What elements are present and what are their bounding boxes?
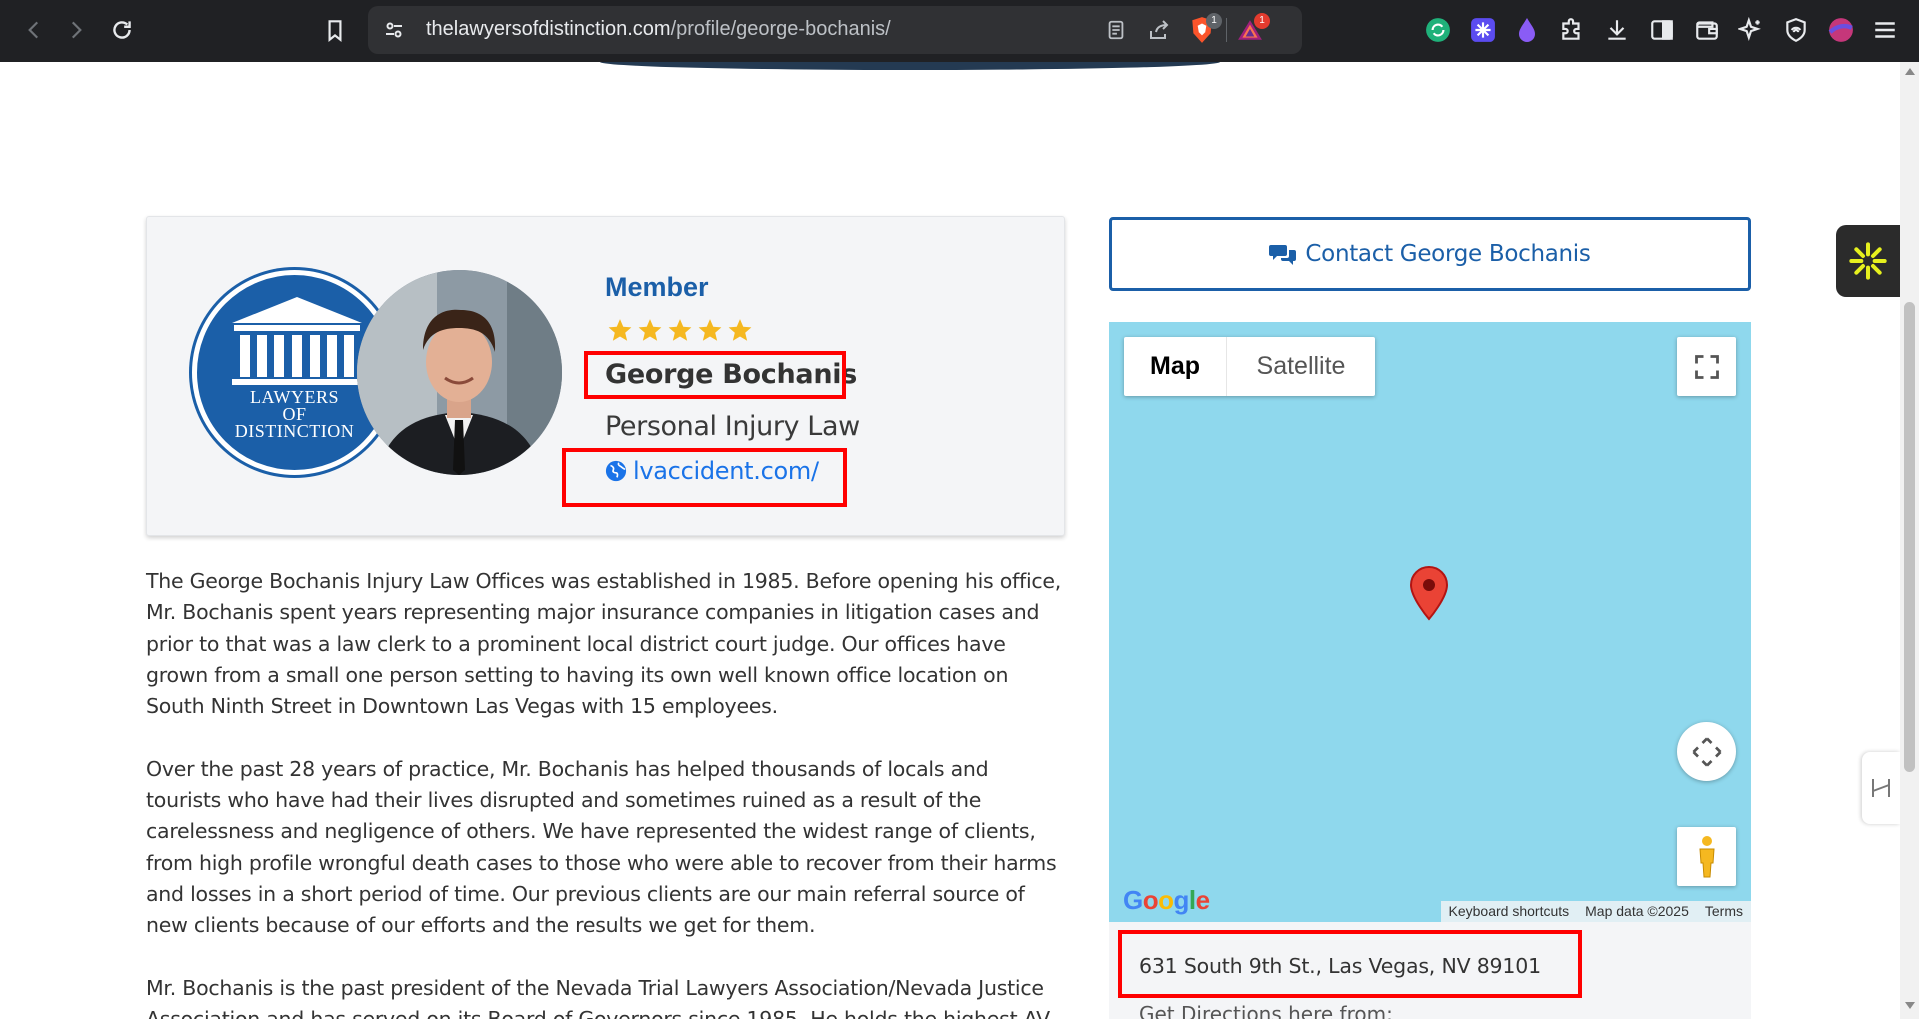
back-icon[interactable] xyxy=(14,10,54,50)
pan-arrows-icon xyxy=(1692,737,1721,766)
sparkle-burst-icon xyxy=(1849,242,1887,280)
forward-icon[interactable] xyxy=(56,10,96,50)
logo-text-line: DISTINCTION xyxy=(234,421,355,441)
directions-label: Get Directions here from: xyxy=(1139,1002,1393,1019)
brave-shields-icon[interactable]: 1 xyxy=(1188,13,1222,44)
practice-area: Personal Injury Law xyxy=(605,411,860,442)
fullscreen-icon xyxy=(1694,354,1719,379)
bio-paragraph: Over the past 28 years of practice, Mr. … xyxy=(146,756,1057,938)
floating-widget-button[interactable] xyxy=(1836,225,1900,297)
star-icon xyxy=(728,319,752,341)
page-scrollbar[interactable] xyxy=(1900,62,1919,1019)
chat-bubbles-icon xyxy=(1269,245,1297,265)
address-panel: 631 South 9th St., Las Vegas, NV 89101 G… xyxy=(1109,922,1751,1019)
wallet-icon[interactable] xyxy=(1692,15,1722,45)
profile-card: LAWYERS OF DISTINCTION Member George Boc… xyxy=(146,216,1065,536)
sync-extension-icon[interactable] xyxy=(1423,15,1453,45)
contact-button-label[interactable]: Contact George Bochanis xyxy=(1305,241,1590,267)
star-icon xyxy=(668,319,692,341)
drop-extension-icon[interactable] xyxy=(1512,15,1542,45)
star-icon xyxy=(638,319,662,341)
side-tab-icon xyxy=(1872,779,1890,797)
bookmark-icon[interactable] xyxy=(315,10,355,50)
divider xyxy=(1226,18,1227,42)
map-data-credit: Map data ©2025 xyxy=(1585,903,1689,919)
attorney-photo xyxy=(357,270,562,475)
star-icon xyxy=(608,319,632,341)
scroll-down-arrow[interactable] xyxy=(1905,1002,1915,1009)
terms-link[interactable]: Terms xyxy=(1697,901,1751,922)
website-link[interactable]: lvaccident.com/ xyxy=(605,457,819,485)
fullscreen-button[interactable] xyxy=(1677,337,1736,396)
star-icon xyxy=(698,319,722,341)
rating-stars xyxy=(607,317,753,343)
membership-level: Member xyxy=(605,272,709,302)
reader-mode-icon[interactable] xyxy=(1102,16,1130,44)
street-view-pegman-button[interactable] xyxy=(1677,827,1736,886)
keyboard-shortcuts-link[interactable]: Keyboard shortcuts xyxy=(1441,901,1578,922)
brave-rewards-icon[interactable]: 1 xyxy=(1236,13,1270,44)
map-attribution-bar: Keyboard shortcuts Map data ©2025 Terms xyxy=(1440,901,1751,922)
asterisk-extension-icon[interactable] xyxy=(1468,15,1498,45)
profile-avatar-icon[interactable] xyxy=(1826,15,1856,45)
address-bar[interactable]: thelawyersofdistinction.com/profile/geor… xyxy=(368,6,1302,54)
side-panel-tab[interactable] xyxy=(1862,752,1900,824)
contact-attorney-button[interactable]: Contact George Bochanis xyxy=(1109,217,1751,291)
bio-paragraph: The George Bochanis Injury Law Offices w… xyxy=(146,569,1062,719)
office-address: 631 South 9th St., Las Vegas, NV 89101 xyxy=(1139,954,1541,978)
attorney-bio: The George Bochanis Injury Law Offices w… xyxy=(146,566,1066,1019)
google-map[interactable]: Map Satellite Google Keyboard shortcuts … xyxy=(1109,322,1751,922)
reload-icon[interactable] xyxy=(102,10,142,50)
google-logo: Google xyxy=(1123,885,1210,915)
bio-paragraph: Mr. Bochanis is the past president of th… xyxy=(146,975,1050,1019)
header-curve xyxy=(600,62,1220,70)
website-link-text[interactable]: lvaccident.com/ xyxy=(633,457,819,485)
map-marker-icon[interactable] xyxy=(1409,565,1449,621)
url-text[interactable]: thelawyersofdistinction.com/profile/geor… xyxy=(426,18,891,41)
map-type-control: Map Satellite xyxy=(1124,337,1375,396)
scroll-thumb[interactable] xyxy=(1904,302,1915,772)
site-settings-icon[interactable] xyxy=(382,18,406,42)
share-icon[interactable] xyxy=(1145,16,1173,44)
rewards-count-badge: 1 xyxy=(1254,13,1270,29)
page-content: LAWYERS OF DISTINCTION Member George Boc… xyxy=(0,62,1900,1019)
download-icon[interactable] xyxy=(1602,15,1632,45)
pegman-icon xyxy=(1698,835,1715,877)
map-type-satellite-button[interactable]: Satellite xyxy=(1227,337,1375,396)
menu-icon[interactable] xyxy=(1870,15,1900,45)
globe-icon xyxy=(605,460,627,482)
attorney-name: George Bochanis xyxy=(605,359,858,390)
sidebar-toggle-icon[interactable] xyxy=(1647,15,1677,45)
extensions-puzzle-icon[interactable] xyxy=(1557,15,1587,45)
shields-count-badge: 1 xyxy=(1206,13,1222,29)
camera-control-button[interactable] xyxy=(1677,722,1736,781)
map-type-map-button[interactable]: Map xyxy=(1124,337,1227,396)
browser-toolbar: thelawyersofdistinction.com/profile/geor… xyxy=(0,0,1919,62)
scroll-up-arrow[interactable] xyxy=(1905,68,1915,75)
vpn-shield-icon[interactable] xyxy=(1781,15,1811,45)
leo-ai-icon[interactable] xyxy=(1736,15,1766,45)
